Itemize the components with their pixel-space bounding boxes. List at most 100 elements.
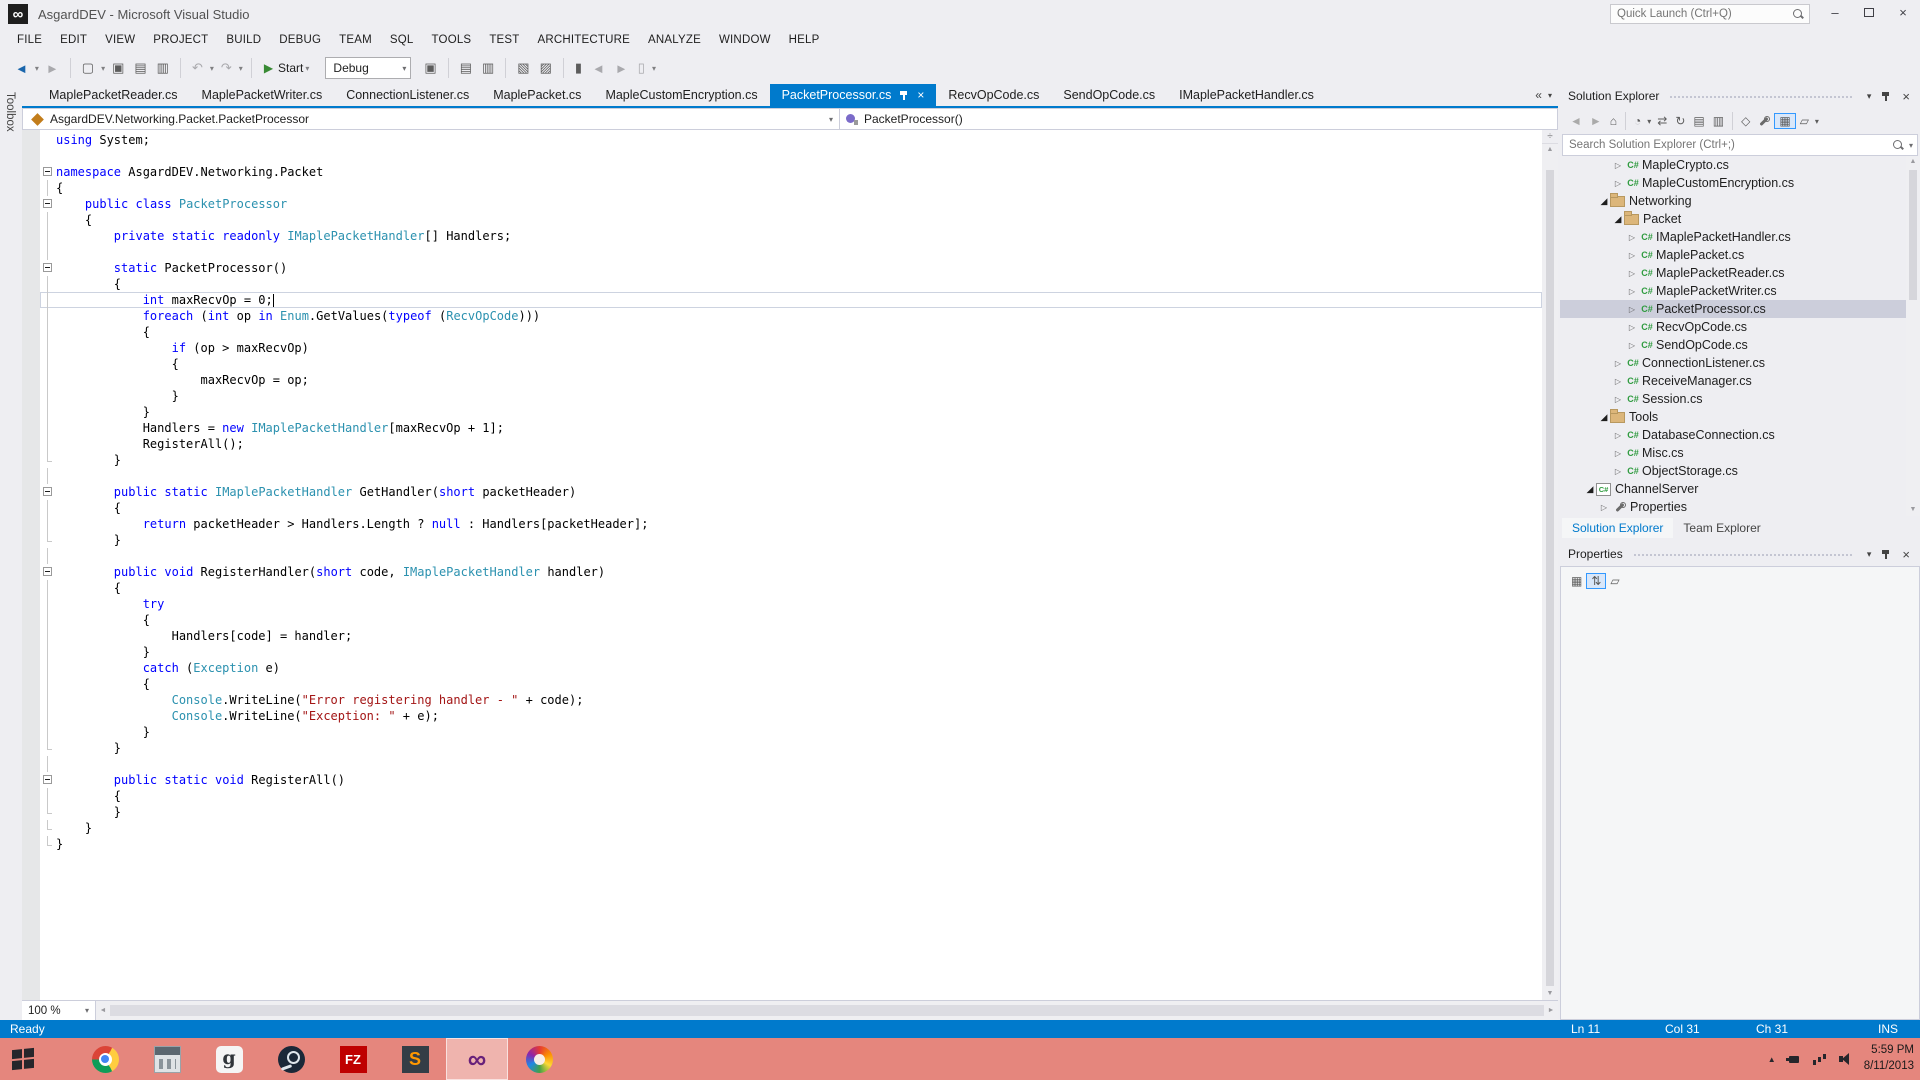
uncomment-selection-icon[interactable]: ▨: [535, 60, 557, 76]
menu-test[interactable]: TEST: [480, 30, 528, 50]
save-icon[interactable]: ▤: [129, 60, 151, 76]
home-icon[interactable]: ⌂: [1606, 114, 1621, 128]
expanded-arrow-icon[interactable]: ◢: [1584, 484, 1596, 495]
code-line[interactable]: if (op > maxRecvOp): [40, 340, 1542, 356]
tree-vertical-scrollbar[interactable]: ▲ ▼: [1906, 156, 1920, 516]
code-line[interactable]: }: [40, 452, 1542, 468]
code-line[interactable]: Handlers[code] = handler;: [40, 628, 1542, 644]
scroll-down-icon[interactable]: ▼: [1542, 988, 1558, 1000]
scrollbar-thumb[interactable]: [1909, 170, 1917, 300]
tree-item-sendopcode-cs[interactable]: ▷C#SendOpCode.cs: [1560, 336, 1920, 354]
code-line[interactable]: try: [40, 596, 1542, 612]
pending-changes-filter-icon[interactable]: ◔: [1630, 114, 1645, 128]
back-icon[interactable]: ◄: [1566, 114, 1586, 128]
collapsed-arrow-icon[interactable]: ▷: [1612, 449, 1624, 458]
collapsed-arrow-icon[interactable]: ▷: [1626, 269, 1638, 278]
tree-item-databaseconnection-cs[interactable]: ▷C#DatabaseConnection.cs: [1560, 426, 1920, 444]
scroll-right-icon[interactable]: ►: [1544, 1001, 1558, 1020]
tree-item-maplepacketwriter-cs[interactable]: ▷C#MaplePacketWriter.cs: [1560, 282, 1920, 300]
fold-collapse-box[interactable]: [40, 164, 56, 180]
redo-dropdown-icon[interactable]: ▾: [237, 64, 245, 73]
pin-icon[interactable]: [1881, 91, 1891, 102]
close-icon[interactable]: ×: [1896, 547, 1916, 562]
close-icon[interactable]: ×: [1896, 89, 1916, 104]
wrench-icon[interactable]: [1758, 115, 1770, 127]
minimize-button[interactable]: –: [1818, 0, 1852, 24]
code-line[interactable]: [40, 148, 1542, 164]
line-unindent-icon[interactable]: ▥: [477, 60, 499, 76]
calculator-taskbar-button[interactable]: [136, 1038, 198, 1080]
navigate-backward-dropdown-icon[interactable]: ▾: [33, 64, 41, 73]
code-line[interactable]: }: [40, 724, 1542, 740]
tab-connectionlistener-cs[interactable]: ConnectionListener.cs: [334, 84, 481, 106]
code-line[interactable]: [40, 756, 1542, 772]
collapsed-arrow-icon[interactable]: ▷: [1626, 341, 1638, 350]
code-line[interactable]: {: [40, 324, 1542, 340]
code-line[interactable]: public void RegisterHandler(short code, …: [40, 564, 1542, 580]
tree-item-packet[interactable]: ◢Packet: [1560, 210, 1920, 228]
maximize-button[interactable]: [1852, 0, 1886, 24]
collapsed-arrow-icon[interactable]: ▷: [1612, 359, 1624, 368]
collapsed-arrow-icon[interactable]: ▷: [1626, 287, 1638, 296]
pin-icon[interactable]: [1881, 549, 1891, 560]
solution-explorer-search-box[interactable]: ▾: [1562, 134, 1918, 156]
editor-zoom-control[interactable]: 100 % ▾: [22, 1001, 96, 1020]
tree-item-maplecrypto-cs[interactable]: ▷C#MapleCrypto.cs: [1560, 156, 1920, 174]
type-dropdown[interactable]: AsgardDEV.Networking.Packet.PacketProces…: [23, 109, 839, 129]
code-line[interactable]: }: [40, 404, 1542, 420]
tab-recvopcode-cs[interactable]: RecvOpCode.cs: [936, 84, 1051, 106]
code-line[interactable]: foreach (int op in Enum.GetValues(typeof…: [40, 308, 1542, 324]
tree-item-channelserver[interactable]: ◢C#ChannelServer: [1560, 480, 1920, 498]
collapsed-arrow-icon[interactable]: ▷: [1626, 251, 1638, 260]
code-line[interactable]: Console.WriteLine("Error registering han…: [40, 692, 1542, 708]
tree-item-maplepacketreader-cs[interactable]: ▷C#MaplePacketReader.cs: [1560, 264, 1920, 282]
quick-launch-input[interactable]: [1611, 8, 1791, 20]
scroll-left-icon[interactable]: ◄: [96, 1001, 110, 1020]
new-project-dropdown-icon[interactable]: ▾: [99, 64, 107, 73]
window-position-dropdown-icon[interactable]: ▾: [1862, 91, 1877, 102]
code-line[interactable]: Console.WriteLine("Exception: " + e);: [40, 708, 1542, 724]
collapsed-arrow-icon[interactable]: ▷: [1612, 467, 1624, 476]
comment-selection-icon[interactable]: ▧: [512, 60, 534, 76]
tree-item-receivemanager-cs[interactable]: ▷C#ReceiveManager.cs: [1560, 372, 1920, 390]
code-line[interactable]: {: [40, 500, 1542, 516]
next-bookmark-icon[interactable]: ►: [610, 61, 633, 76]
tab-packetprocessor-cs[interactable]: PacketProcessor.cs×: [770, 84, 937, 106]
tab-overflow-caret-icon[interactable]: ▾: [1548, 91, 1552, 100]
code-line[interactable]: {: [40, 276, 1542, 292]
code-line[interactable]: maxRecvOp = op;: [40, 372, 1542, 388]
show-all-files-icon[interactable]: ▦: [1774, 113, 1795, 129]
taskbar-clock[interactable]: 5:59 PM 8/11/2013: [1864, 1043, 1914, 1074]
tool-tab-team-explorer[interactable]: Team Explorer: [1673, 518, 1770, 538]
collapsed-arrow-icon[interactable]: ▷: [1612, 161, 1624, 170]
properties-title-bar[interactable]: Properties ▾ ×: [1560, 542, 1920, 566]
code-line[interactable]: }: [40, 388, 1542, 404]
code-line[interactable]: {: [40, 612, 1542, 628]
scroll-down-icon[interactable]: ▼: [1906, 504, 1920, 516]
menu-sql[interactable]: SQL: [381, 30, 423, 50]
tree-item-recvopcode-cs[interactable]: ▷C#RecvOpCode.cs: [1560, 318, 1920, 336]
window-position-dropdown-icon[interactable]: ▾: [1862, 549, 1877, 560]
clear-bookmarks-icon[interactable]: ▯: [633, 60, 650, 76]
property-pages-icon[interactable]: ▱: [1606, 574, 1623, 588]
code-line[interactable]: }: [40, 532, 1542, 548]
menu-view[interactable]: VIEW: [96, 30, 144, 50]
tool-tab-solution-explorer[interactable]: Solution Explorer: [1562, 518, 1673, 538]
visual-studio-taskbar-button[interactable]: ∞: [446, 1038, 508, 1080]
view-code-icon[interactable]: ◇: [1737, 114, 1754, 128]
tree-item-maplepacket-cs[interactable]: ▷C#MaplePacket.cs: [1560, 246, 1920, 264]
code-line[interactable]: private static readonly IMaplePacketHand…: [40, 228, 1542, 244]
editor-horizontal-scrollbar[interactable]: ◄ ►: [96, 1001, 1558, 1020]
code-line[interactable]: {: [40, 788, 1542, 804]
code-line[interactable]: [40, 548, 1542, 564]
navigate-backward-icon[interactable]: ◄: [10, 61, 33, 76]
undo-icon[interactable]: ↶: [187, 60, 208, 76]
menu-architecture[interactable]: ARCHITECTURE: [529, 30, 640, 50]
close-button[interactable]: ×: [1886, 0, 1920, 24]
code-line[interactable]: [40, 468, 1542, 484]
filter-dropdown-icon[interactable]: ▾: [1645, 117, 1653, 126]
collapsed-arrow-icon[interactable]: ▷: [1626, 323, 1638, 332]
view-class-diagram-icon[interactable]: ▱: [1796, 114, 1813, 128]
menu-window[interactable]: WINDOW: [710, 30, 780, 50]
code-line[interactable]: RegisterAll();: [40, 436, 1542, 452]
